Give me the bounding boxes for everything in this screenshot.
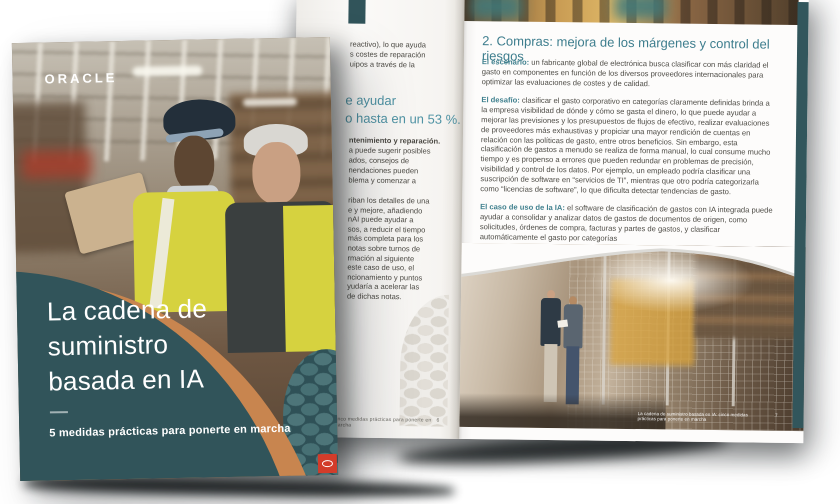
left-page-teal-tab [348,0,365,24]
red-sign-blur [22,150,93,179]
wave-edge [461,243,805,287]
left-page-text-fragment-top: reactivo), lo que ayudas costes de repar… [350,40,462,71]
ceiling-light [243,98,297,107]
right-page-top-photo-strip [464,0,798,25]
right-page-footer: La cadena de suministro basada en IA: ci… [638,411,778,423]
corridor-floor [459,393,666,430]
right-footer-text: La cadena de suministro basada en IA: ci… [638,411,768,423]
title-divider [50,411,68,413]
oracle-o-icon [322,460,333,467]
shared-document [557,320,568,328]
paragraph-label: El desafío: [481,96,520,105]
worker-2-face [252,142,301,205]
paragraph-label: El caso de uso de la IA: [480,203,565,213]
callout-line: e ayudar [345,91,463,110]
spread-pages: reactivo), lo que ayudas costes de repar… [291,0,808,443]
open-spread: reactivo), lo que ayudas costes de repar… [291,0,808,443]
worker-2-hivis-vest [283,205,338,352]
ebook-cover: ORACLE La cadena desuministrobasada en I… [12,37,338,481]
left-page-mosaic-pattern [399,294,449,427]
left-page-stat-callout: e ayudaro hasta en un 53 %. [345,91,463,127]
warehouse-corridor-photo [459,243,805,431]
oracle-wordmark: ORACLE [44,70,117,86]
photo-teal-blob [470,0,522,20]
left-footer-text: cinco medidas prácticas para ponerte en … [333,416,436,429]
left-page-text-fragment-mid: ntenimiento y reparación.a puede sugerir… [348,136,461,187]
text-line: uipos a través de la [350,60,462,71]
right-page-number: 7 [775,413,778,418]
title-line: suministro [47,325,289,365]
worker-1-face [174,135,215,192]
callout-line: o hasta en un 53 %. [345,109,463,128]
text-line: blema y comenzar a [348,176,460,187]
title-line: basada en IA [48,360,290,400]
ebook-mockup: reactivo), lo que ayudas costes de repar… [0,0,840,504]
oracle-red-badge [318,454,337,473]
left-page-number: 6 [436,418,439,424]
paragraph-escenario: El escenario: un fabricante global de el… [482,57,778,90]
right-page: 2. Compras: mejora de los márgenes y con… [459,0,808,443]
paragraph-caso-uso-ia: El caso de uso de la IA: el software de … [480,203,776,246]
cover-title: La cadena desuministrobasada en IA [47,290,290,400]
title-line: La cadena de [47,290,289,330]
left-page-text-fragment-bottom: riban los detalles de unae y mejore, aña… [347,196,460,303]
body-paragraphs: El escenario: un fabricante global de el… [480,57,778,254]
paragraph-label: El escenario: [482,57,529,67]
paragraph-desafio: El desafío: clasificar el gasto corporat… [480,96,777,198]
photo-teal-blob [614,0,666,19]
cover-title-block: La cadena desuministrobasada en IA 5 med… [47,290,291,440]
ceiling-light [132,65,202,76]
left-page-footer: cinco medidas prácticas para ponerte en … [333,416,439,429]
right-page-teal-band [792,2,808,428]
